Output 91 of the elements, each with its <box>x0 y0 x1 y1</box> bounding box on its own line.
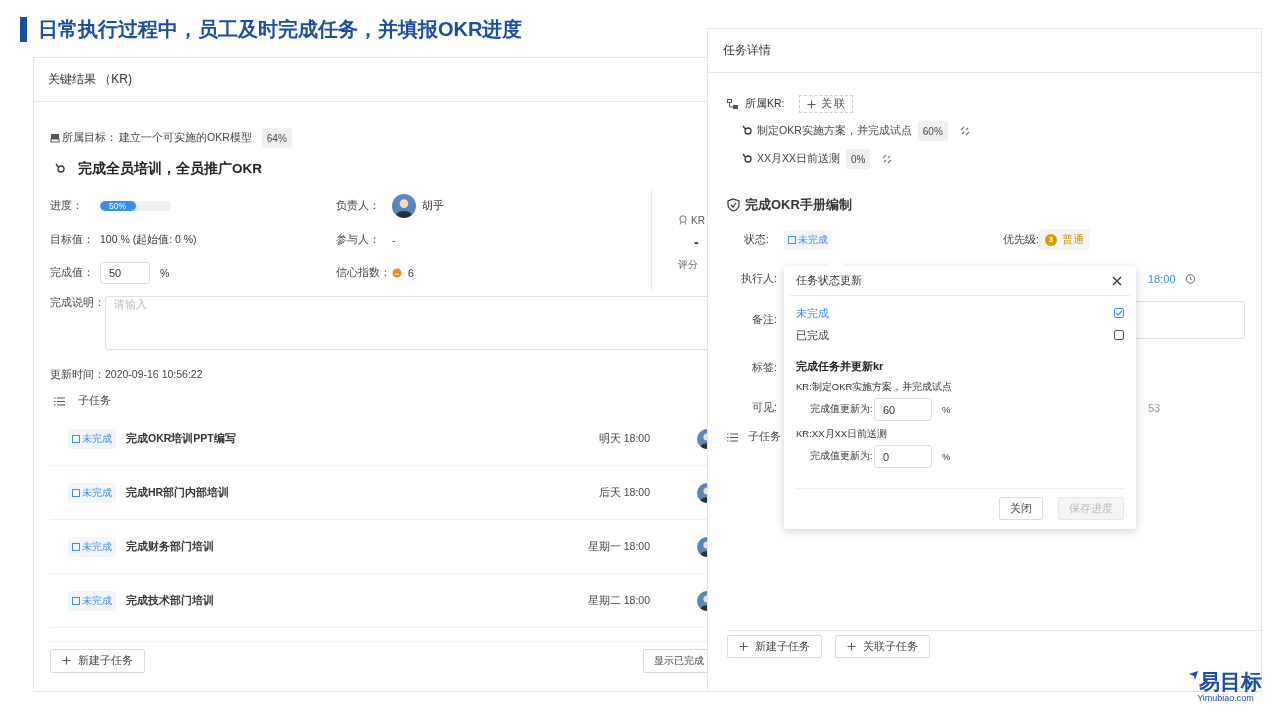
field-label: 可见: <box>751 401 777 415</box>
progress-reading: 50% <box>109 201 126 211</box>
due-time: 18:00 <box>1148 272 1176 285</box>
avatar-icon <box>392 194 416 218</box>
alarm-icon <box>1184 273 1196 284</box>
score-rule: 评分 <box>678 257 698 272</box>
brand-name: 易目标 <box>1199 671 1262 693</box>
popup-title: 任务状态更新 <box>796 273 862 288</box>
field-label: 完成值更新为: <box>810 450 874 463</box>
close-button[interactable]: 关闭 <box>999 497 1043 520</box>
score-value: - <box>694 233 699 250</box>
field-label: 信心指数： <box>336 266 392 280</box>
field-label: 进度： <box>50 199 84 213</box>
list-icon <box>54 396 65 406</box>
subtask-name: 完成财务部门培训 <box>126 539 215 554</box>
medal-icon <box>678 215 688 225</box>
field-label: 负责人： <box>336 199 381 213</box>
accent-bar <box>20 16 27 42</box>
value-input[interactable]: 50 <box>100 262 150 284</box>
checkbox[interactable] <box>1114 330 1124 340</box>
kr-name: KR:XX月XX日前送测 <box>796 428 889 441</box>
field-label: 标签: <box>751 361 777 375</box>
square-icon <box>788 235 796 244</box>
emoji-icon <box>392 268 402 278</box>
due-date: 后天 18:00 <box>597 485 651 500</box>
section-title: 完成任务并更新kr <box>796 359 885 374</box>
field-label: 完成值： <box>50 266 95 280</box>
section-title: 子任务 <box>748 430 781 444</box>
kr-title: 完成全员培训，全员推广OKR <box>78 160 262 178</box>
link-subtask-button[interactable]: 关联子任务 <box>835 635 930 658</box>
arrow-icon <box>1189 671 1198 680</box>
unit-label: % <box>160 267 170 279</box>
task-title: 完成OKR手册编制 <box>745 196 852 214</box>
show-completed-button[interactable]: 显示已完成 <box>643 648 707 673</box>
due-date: 星期二 18:00 <box>586 593 651 608</box>
field-label: 优先级: <box>1002 232 1039 247</box>
progress-badge: 64% <box>261 128 292 148</box>
new-subtask-button[interactable]: 新建子任务 <box>727 635 822 658</box>
tree-icon <box>727 98 739 110</box>
panel-title: 任务详情 <box>708 29 1261 73</box>
updated-label: 更新时间： <box>50 368 105 380</box>
subtask-name: 完成HR部门内部培训 <box>126 485 231 500</box>
confidence-value: 6 <box>408 267 414 279</box>
participants-value: - <box>392 234 397 246</box>
brand-url: Yimubiao.com <box>1197 693 1254 703</box>
slide-title: 日常执行过程中，员工及时完成任务，并填报OKR进度 <box>38 16 523 42</box>
due-date: 明天 18:00 <box>597 431 651 446</box>
field-label: 执行人: <box>740 271 777 286</box>
square-icon <box>72 488 80 497</box>
subtask-name: 完成技术部门培训 <box>126 593 215 608</box>
field-label: 备注: <box>751 313 777 327</box>
value-input[interactable]: 60 <box>874 398 932 421</box>
link-button[interactable]: 关 联 <box>798 95 854 113</box>
list-icon <box>727 432 738 442</box>
field-label: 参与人： <box>336 233 381 247</box>
plus-icon <box>739 642 748 651</box>
new-subtask-button[interactable]: 新建子任务 <box>50 648 145 673</box>
value-input[interactable]: 0 <box>874 445 932 468</box>
owner-name: 胡乎 <box>422 199 444 213</box>
kr-name: XX月XX日前送测 <box>757 152 840 166</box>
status-option[interactable]: 已完成 <box>796 327 829 343</box>
objective-label: 所属目标： <box>62 131 117 145</box>
visibility-value: 53 <box>1148 402 1162 414</box>
updated-time: 2020-09-16 10:56:22 <box>105 368 203 380</box>
plus-icon <box>847 642 856 651</box>
plus-icon <box>806 99 816 109</box>
objective-name: 建立一个可实施的OKR模型 <box>119 131 252 145</box>
progress-badge: 60% <box>917 121 948 141</box>
unit-label: % <box>942 404 951 415</box>
subtask-name: 完成OKR培训PPT编写 <box>126 431 237 446</box>
field-label: 状态: <box>743 232 769 247</box>
plus-icon <box>62 656 71 665</box>
square-icon <box>72 596 80 605</box>
target-value: 100 % (起始值: 0 %) <box>100 233 198 247</box>
kr-name: KR:制定OKR实施方案，并完成试点 <box>796 381 954 394</box>
unit-label: % <box>942 451 951 462</box>
checkbox[interactable] <box>1114 308 1124 318</box>
status-option[interactable]: 未完成 <box>796 305 829 321</box>
square-icon <box>72 542 80 551</box>
field-label: 完成说明： <box>50 296 105 310</box>
square-icon <box>72 434 80 443</box>
score-label: KR <box>691 214 705 226</box>
field-label: 目标值： <box>50 233 95 247</box>
kr-name: 制定OKR实施方案，并完成试点 <box>757 124 912 138</box>
shield-icon <box>727 198 740 212</box>
field-label: 完成值更新为: <box>810 403 874 416</box>
section-title: 子任务 <box>78 394 111 408</box>
priority-label: 普通 <box>1062 232 1084 247</box>
priority-number: 3 <box>1045 233 1057 246</box>
due-date: 星期一 18:00 <box>586 539 651 554</box>
progress-badge: 0% <box>846 149 871 169</box>
